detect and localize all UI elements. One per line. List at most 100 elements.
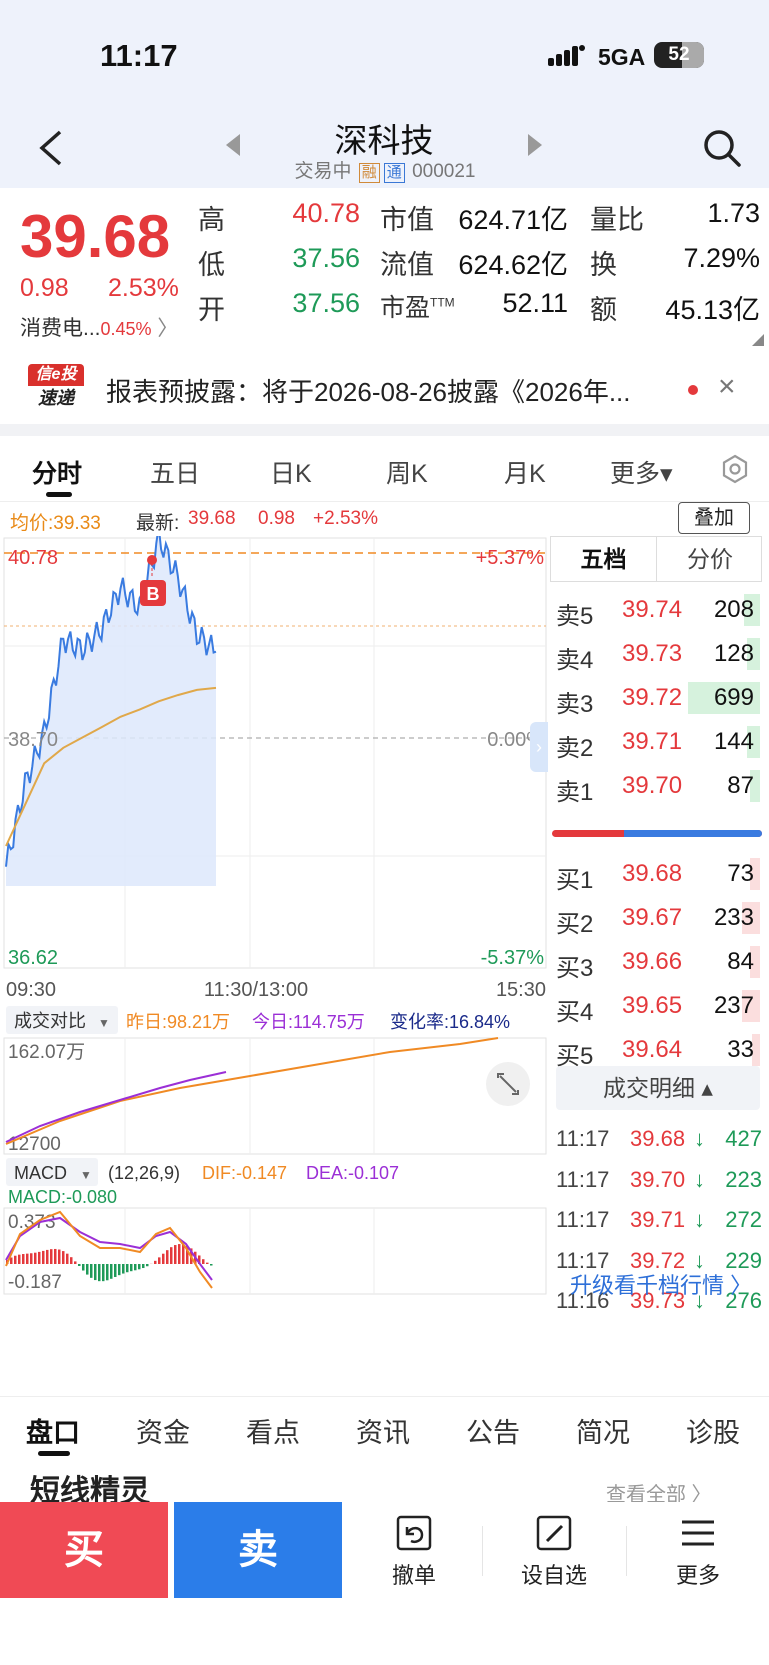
tab-funds[interactable]: 资金	[136, 1411, 190, 1450]
search-icon[interactable]	[702, 128, 742, 168]
axis-high-pct: +5.37%	[476, 547, 545, 569]
buy-button[interactable]: 买	[0, 1502, 168, 1598]
notice-text: 报表预披露：将于2026-08-26披露《2026年...	[106, 377, 631, 407]
latest-change: 0.98	[258, 508, 295, 529]
bid-row[interactable]: 买4 39.65 237	[550, 986, 762, 1026]
macd-bar	[206, 1262, 209, 1264]
macd-bar	[202, 1259, 205, 1264]
trade-detail-toggle[interactable]: 成交明细 ▴	[556, 1066, 760, 1110]
stat-value-high: 40.78	[292, 198, 360, 228]
add-watchlist-button[interactable]: 设自选	[494, 1514, 614, 1594]
tab-diagnosis[interactable]: 诊股	[686, 1411, 740, 1450]
macd-label: MACD	[14, 1163, 67, 1183]
stat-value-low: 37.56	[292, 243, 360, 273]
stat-label-float: 流值	[380, 250, 434, 280]
sector-pct: 0.45%	[100, 319, 152, 339]
ask-row[interactable]: 卖1 39.70 87	[550, 766, 762, 806]
trade-time: 11:17	[556, 1207, 610, 1232]
tab-daily-k[interactable]: 日K	[270, 454, 312, 490]
status-bar: 11:17 5GA 52	[0, 0, 769, 110]
bid-row[interactable]: 买3 39.66 84	[550, 942, 762, 982]
ask-row[interactable]: 卖2 39.71 144	[550, 722, 762, 762]
close-icon[interactable]: ×	[718, 370, 736, 404]
stat-value-amount: 45.13亿	[665, 295, 760, 325]
level-label: 卖1	[556, 779, 594, 806]
sector-link[interactable]: 消费电...0.45% 〉	[20, 312, 178, 342]
macd-bar	[46, 1249, 49, 1264]
panel-toggle-handle[interactable]: ›	[530, 722, 548, 772]
tab-handicap[interactable]: 盘口	[26, 1411, 80, 1450]
divider	[482, 1526, 483, 1576]
intraday-chart[interactable]: B 40.78 +5.37% 38.70 0.00% 36.62 -5.37% …	[0, 536, 548, 1296]
cancel-order-button[interactable]: 撤单	[354, 1514, 474, 1594]
bid-row[interactable]: 买2 39.67 233	[550, 898, 762, 938]
tab-announcements[interactable]: 公告	[466, 1411, 520, 1450]
ask-row[interactable]: 卖4 39.73 128	[550, 634, 762, 674]
macd-bar	[74, 1261, 77, 1264]
tab-weekly-k[interactable]: 周K	[386, 454, 428, 490]
level-volume: 699	[713, 684, 754, 711]
tab-five-day[interactable]: 五日	[150, 454, 200, 490]
level-price: 39.64	[622, 1036, 683, 1063]
trade-volume: 427	[725, 1126, 762, 1151]
trade-price: 39.68	[630, 1126, 686, 1151]
tab-intraday[interactable]: 分时	[32, 454, 82, 490]
next-stock-icon[interactable]	[528, 134, 542, 156]
tab-price-distribution[interactable]: 分价	[657, 537, 763, 581]
last-price: 39.68	[20, 203, 171, 270]
axis-low-pct: -5.37%	[481, 947, 545, 969]
macd-bar	[118, 1264, 121, 1276]
edit-icon	[536, 1515, 572, 1551]
ask-row[interactable]: 卖5 39.74 208	[550, 590, 762, 630]
macd-bar	[98, 1264, 101, 1282]
bid-row[interactable]: 买1 39.68 73	[550, 854, 762, 894]
level-price: 39.67	[622, 904, 683, 931]
tab-monthly-k[interactable]: 月K	[504, 454, 546, 490]
macd-bar	[86, 1264, 89, 1275]
axis-low-price: 36.62	[8, 947, 58, 969]
prev-stock-icon[interactable]	[226, 134, 240, 156]
macd-bar	[90, 1264, 93, 1278]
stat-value-pe: 52.11	[502, 288, 568, 318]
macd-axis-top: 0.373	[8, 1212, 56, 1233]
battery-icon: 52	[654, 42, 704, 68]
latest-pct: +2.53%	[313, 508, 378, 529]
macd-bar	[94, 1264, 97, 1281]
tab-profile[interactable]: 简况	[576, 1411, 630, 1450]
expand-corner-icon[interactable]	[752, 334, 764, 346]
stock-subtitle: 交易中 融通 000021	[250, 156, 520, 183]
trade-direction: ↓	[694, 1166, 705, 1192]
axis-mid-price: 38.70	[8, 729, 58, 751]
level-price: 39.73	[622, 640, 683, 667]
notice-banner[interactable]: 信e投 速递 报表预披露：将于2026-08-26披露《2026年... ×	[0, 352, 769, 424]
settings-icon[interactable]	[720, 454, 750, 484]
stat-label-mktcap: 市值	[380, 205, 434, 235]
level-volume: 128	[713, 640, 754, 667]
trade-row: 11:17 39.70 ↓ 223	[556, 1161, 766, 1201]
trade-price: 39.71	[630, 1207, 686, 1232]
ask-row[interactable]: 卖3 39.72 699	[550, 678, 762, 718]
macd-bar	[174, 1245, 177, 1264]
back-arrow-icon[interactable]	[36, 128, 66, 168]
cancel-order-label: 撤单	[391, 1563, 436, 1588]
level-label: 买2	[556, 911, 594, 938]
tab-news[interactable]: 资讯	[356, 1411, 410, 1450]
tab-five-levels[interactable]: 五档	[551, 537, 657, 581]
macd-bar	[130, 1264, 133, 1272]
macd-params: (12,26,9)	[108, 1163, 180, 1183]
chevron-down-icon: ▼	[98, 1016, 110, 1030]
stat-value-float: 624.62亿	[458, 250, 568, 280]
stat-label-open: 开	[198, 295, 225, 325]
macd-bar	[38, 1251, 41, 1264]
bid-row[interactable]: 买5 39.64 33	[550, 1030, 762, 1070]
stat-label-volratio: 量比	[590, 205, 644, 235]
tab-more[interactable]: 更多▾	[610, 454, 673, 490]
macd-bar	[166, 1250, 169, 1264]
tab-highlights[interactable]: 看点	[246, 1411, 300, 1450]
upgrade-link[interactable]: 升级看千档行情 〉	[570, 1268, 752, 1300]
overlay-button[interactable]: 叠加	[678, 502, 750, 534]
sell-button[interactable]: 卖	[174, 1502, 342, 1598]
volume-today-line	[5, 1071, 227, 1143]
trade-time: 11:17	[556, 1126, 610, 1151]
more-button[interactable]: 更多	[638, 1514, 758, 1594]
